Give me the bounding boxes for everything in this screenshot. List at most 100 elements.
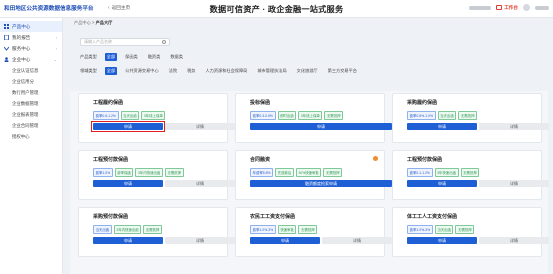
product-tags: 当天出函 3年内快速出函 无需抵押 xyxy=(93,225,162,234)
sidebar-subitem[interactable]: 企业认证信息 xyxy=(0,65,62,76)
filter-chip[interactable]: 法院 xyxy=(167,67,179,75)
breadcrumb-current: 产品大厅 xyxy=(95,20,113,25)
highlight-box xyxy=(91,121,165,132)
product-tag: 3年线上保单 xyxy=(141,111,166,120)
search-icon[interactable] xyxy=(162,40,166,44)
sidebar-item-service[interactable]: 服务中心 › xyxy=(0,43,62,54)
grid-icon xyxy=(4,24,9,29)
product-tag: 无需抵押 xyxy=(460,168,480,177)
filter-chip[interactable]: 全部 xyxy=(104,53,118,61)
filter-chip[interactable]: 第三方交易平台 xyxy=(326,67,359,75)
apply-button[interactable]: 申请 xyxy=(250,123,392,130)
sidebar-item-label: 服务中心 xyxy=(12,45,31,51)
filter-label: 领域类型 xyxy=(80,68,97,73)
breadcrumb-parent[interactable]: 产品中心 xyxy=(74,20,91,25)
back-home-button[interactable]: ‹ 返回主页 xyxy=(108,5,130,11)
detail-button[interactable]: 详情 xyxy=(322,237,392,244)
product-tag: 无需抵押 xyxy=(455,225,475,234)
sidebar-subitem[interactable]: 企业合同管理 xyxy=(0,120,62,131)
top-bar: 和田地区公共资源数据信息服务平台 ‹ 返回主页 数据可信资产 · 政企金融一站式… xyxy=(0,0,553,18)
user-name[interactable] xyxy=(535,5,549,10)
detail-button[interactable]: 详情 xyxy=(479,123,549,130)
product-title: 采购履约保函 xyxy=(407,100,438,106)
sidebar-subitem[interactable]: 企业数据管理 xyxy=(0,98,62,109)
product-tags: 费率0.8%-1.0% 当天出函 无需抵押 xyxy=(407,111,478,120)
chevron-down-icon: ⌄ xyxy=(53,57,57,62)
domain-type-filter: 领域类型 全部 公共资源交易中心 法院 税务 人力资源和社会保障局 城市管理执法局 文化旅游… xyxy=(80,67,359,75)
filter-chip[interactable]: 融资类 xyxy=(146,53,163,61)
filter-chip[interactable]: 保函类 xyxy=(123,53,140,61)
avatar[interactable] xyxy=(523,4,530,11)
sidebar-subitem[interactable]: 企业报表管理 xyxy=(0,109,62,120)
product-title: 农民工工资支付保函 xyxy=(250,214,296,220)
sidebar-item-products[interactable]: 产品中心 xyxy=(0,21,62,32)
product-tag: 费率0.6-1.2% xyxy=(93,111,119,120)
filter-chip[interactable]: 文化旅游厅 xyxy=(295,67,320,75)
sidebar: 产品中心 我的报告 › 服务中心 › 企业中心 ⌄ 企业认证信息 企业信用分 数… xyxy=(0,18,63,274)
apply-button[interactable]: 融资额度检索申请 xyxy=(250,180,392,187)
detail-button[interactable]: 详情 xyxy=(165,123,235,130)
product-tag: 无需抵押 xyxy=(164,168,184,177)
sidebar-item-reports[interactable]: 我的报告 › xyxy=(0,32,62,43)
detail-button[interactable]: 详情 xyxy=(165,180,235,187)
sidebar-item-label: 企业中心 xyxy=(12,56,31,62)
product-tags: 费率0.3-0.5% 即时出函 3年线上保单 无需抵押 xyxy=(250,111,344,120)
product-card: 工程预付款保函 费率0.1-1.2% 3年快速出函 无需抵押申请 详情 xyxy=(392,150,549,200)
detail-button[interactable]: 详情 xyxy=(479,237,549,244)
apply-button[interactable]: 申请 xyxy=(407,237,477,244)
sidebar-item-enterprise[interactable]: 企业中心 ⌄ xyxy=(0,54,62,65)
product-tag: 无需抵押 xyxy=(143,225,162,234)
detail-button[interactable]: 详情 xyxy=(479,180,549,187)
product-card: 工程履约保函 费率0.6-1.2% 当天出函 3年线上保单 申请 详情 xyxy=(78,93,235,143)
product-tag: 当天出函 xyxy=(93,225,112,234)
filter-chip[interactable]: 公共资源交易中心 xyxy=(123,67,161,75)
product-tag: 3年快速出函 xyxy=(434,168,459,177)
product-tag: 费率0.8%-1.0% xyxy=(407,111,436,120)
product-card: 体工工人工资支付保函 费率1.0%-3% 当天出函 无需抵押 申请 详情 xyxy=(392,207,549,257)
apply-button[interactable]: 申请 xyxy=(93,237,163,244)
filter-chip[interactable]: 数据类 xyxy=(168,53,185,61)
product-card: 采购履约保函费率0.8%-1.0% 当天出函 无需抵押 申请 详情 xyxy=(392,93,549,143)
user-icon xyxy=(4,57,9,62)
product-tag: 费率0.1-1.2% xyxy=(407,168,433,177)
breadcrumb: 产品中心 > 产品大厅 xyxy=(74,20,112,26)
product-title: 合同融资 xyxy=(250,157,271,163)
product-tag: 当天出函 xyxy=(120,111,140,120)
blurred-info xyxy=(469,5,492,10)
back-home-label: 返回主页 xyxy=(111,5,131,10)
product-tag: 无需抵押 xyxy=(323,168,343,177)
workbench-button[interactable]: 工作台 xyxy=(496,5,518,11)
product-tags: 费率1.0%-3% 快速审批 无需抵押 xyxy=(250,225,318,234)
chevron-right-icon: › xyxy=(55,35,57,40)
product-tag: 费率0.3-0.5% xyxy=(250,111,276,120)
product-tag: 当天出函 xyxy=(437,111,457,120)
product-tags: 年费率5.8% 先放款后 30%快速审批 无需抵押 xyxy=(250,168,343,177)
sidebar-subitem[interactable]: 企业信用分 xyxy=(0,76,62,87)
sidebar-item-label: 产品中心 xyxy=(12,23,31,29)
detail-button[interactable]: 详情 xyxy=(165,237,235,244)
search-input[interactable]: 请输入产品名称 xyxy=(80,38,170,46)
chevron-right-icon: › xyxy=(55,46,57,51)
apply-button[interactable]: 申请 xyxy=(407,180,477,187)
filter-chip[interactable]: 全部 xyxy=(104,67,118,75)
product-title: 工程预付款保函 xyxy=(407,157,443,163)
filter-chip[interactable]: 城市管理执法局 xyxy=(255,67,288,75)
document-icon xyxy=(4,34,9,41)
product-grid: 工程履约保函 费率0.6-1.2% 当天出函 3年线上保单 申请 详情 投标保函 费率0.3-… xyxy=(70,91,549,274)
apply-button[interactable]: 申请 xyxy=(407,123,477,130)
product-card: 农民工工资支付保函费率1.0%-3% 快速审批 无需抵押 申请 详情 xyxy=(235,207,392,257)
apply-button[interactable]: 申请 xyxy=(93,180,163,187)
sidebar-subitem[interactable]: 授权中心 xyxy=(0,131,62,142)
sidebar-subitem[interactable]: 数行用户管理 xyxy=(0,87,62,98)
product-tag: 3年线上保单 xyxy=(298,111,323,120)
breadcrumb-separator: > xyxy=(91,20,95,25)
sidebar-item-label: 我的报告 xyxy=(12,34,31,40)
platform-brand: 和田地区公共资源数据信息服务平台 xyxy=(4,6,94,12)
product-tag: 年费率5.8% xyxy=(250,168,274,177)
product-title: 采购预付款保函 xyxy=(93,214,129,220)
product-tags: 费率0.6-1.2% 当天出函 3年线上保单 xyxy=(93,111,166,120)
apply-button[interactable]: 申请 xyxy=(250,237,320,244)
product-card: 合同融资年费率5.8% 先放款后 30%快速审批 无需抵押融资额度检索申请 xyxy=(235,150,392,200)
filter-chip[interactable]: 税务 xyxy=(185,67,197,75)
filter-chip[interactable]: 人力资源和社会保障局 xyxy=(203,67,249,75)
